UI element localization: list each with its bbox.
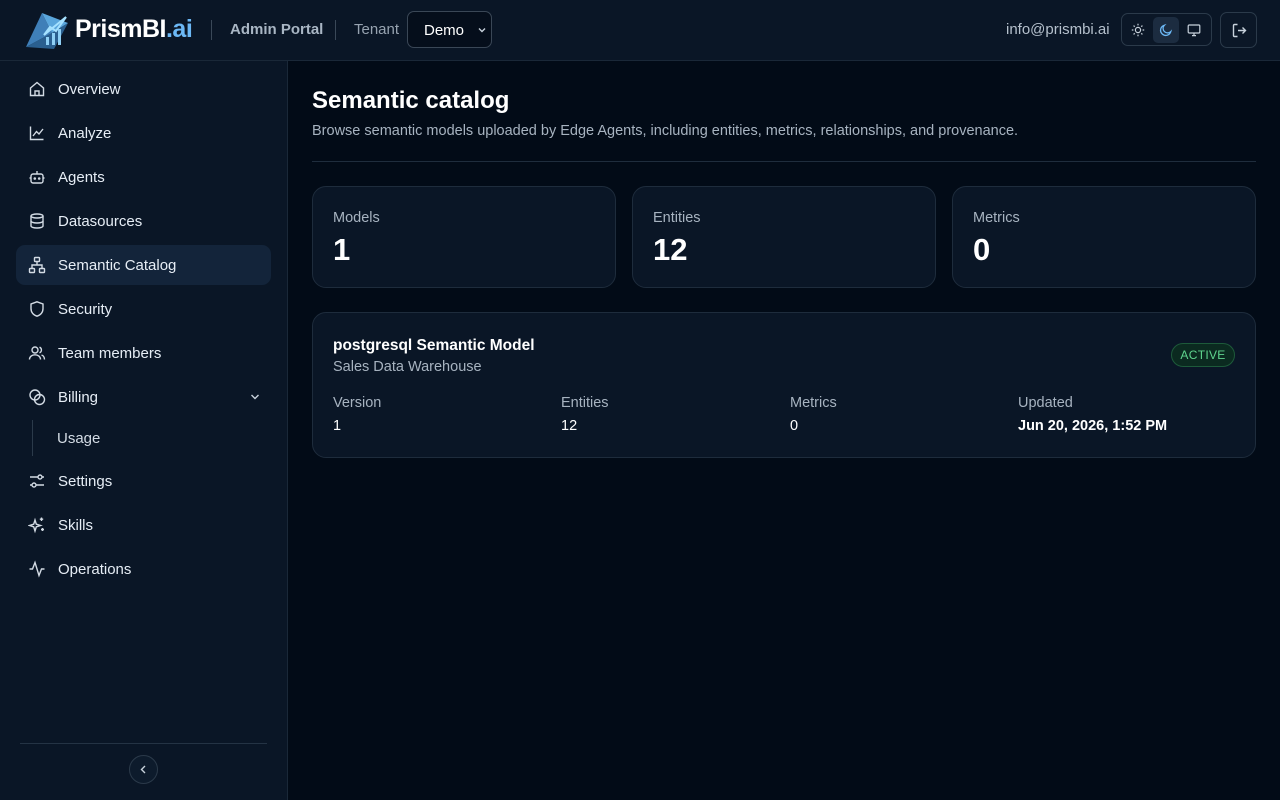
field-label: Updated [1018,395,1073,411]
brand-name[interactable]: PrismBI.ai [75,15,193,44]
sidebar-item-label: Overview [58,81,121,98]
stat-label: Models [333,210,380,226]
sidebar-item-label: Semantic Catalog [58,257,177,274]
logout-button[interactable] [1220,12,1257,48]
sidebar-item-datasources[interactable]: Datasources [16,201,271,241]
sidebar-item-security[interactable]: Security [16,289,271,329]
monitor-icon [1187,24,1201,37]
sparkles-icon [28,517,44,534]
sidebar-item-analyze[interactable]: Analyze [16,113,271,153]
sidebar-item-label: Settings [58,473,113,490]
sidebar-item-label: Team members [58,345,162,362]
sidebar-item-label: Operations [58,561,132,578]
sidebar-item-label: Skills [58,517,94,534]
field-value: 12 [561,418,578,434]
shield-icon [30,301,44,317]
stat-value: 0 [973,232,991,267]
sidebar-divider [20,743,267,744]
home-icon [29,81,45,97]
system-theme-button[interactable] [1181,17,1207,43]
stat-card-models: Models 1 [312,186,616,288]
page-title: Semantic catalog [312,87,510,114]
header-divider [211,20,212,40]
tenant-select[interactable]: Demo [407,11,492,48]
sidebar-item-label: Agents [58,169,105,186]
field-value: Jun 20, 2026, 1:52 PM [1018,418,1168,434]
network-icon [28,256,46,274]
stat-card-metrics: Metrics 0 [952,186,1256,288]
stat-value: 1 [333,232,351,267]
model-title: postgresql Semantic Model [333,337,535,354]
log-out-icon [1232,23,1247,38]
sidebar-item-billing[interactable]: Billing [16,377,271,417]
sidebar-item-settings[interactable]: Settings [16,461,271,501]
top-header: PrismBI.ai Admin Portal Tenant Demo info… [0,0,1280,61]
semantic-model-card[interactable]: postgresql Semantic Model Sales Data War… [312,312,1256,458]
database-icon [30,213,44,229]
activity-icon [29,560,45,578]
sidebar-item-label: Billing [58,389,99,406]
users-icon [28,346,46,360]
field-label: Entities [561,395,609,411]
sidebar-item-semantic-catalog[interactable]: Semantic Catalog [16,245,271,285]
main-divider [312,161,1256,162]
model-field-metrics: Metrics 0 [790,395,837,434]
sidebar-item-operations[interactable]: Operations [16,549,271,589]
sidebar-item-agents[interactable]: Agents [16,157,271,197]
model-subtitle: Sales Data Warehouse [333,359,482,375]
portal-label: Admin Portal [230,21,324,38]
chevron-left-icon [140,765,146,774]
tenant-label: Tenant [354,21,400,38]
stat-card-entities: Entities 12 [632,186,936,288]
status-badge: ACTIVE [1171,343,1235,367]
field-value: 1 [333,418,342,434]
sidebar-item-label: Datasources [58,213,143,230]
stat-label: Entities [653,210,701,226]
sliders-icon [30,474,44,488]
model-field-entities: Entities 12 [561,395,609,434]
sidebar-item-skills[interactable]: Skills [16,505,271,545]
sun-icon [1131,23,1145,37]
field-value: 0 [790,418,799,434]
collapse-sidebar-button[interactable] [129,755,158,784]
bot-icon [29,171,45,184]
theme-switcher [1121,13,1212,46]
sidebar-item-label: Security [58,301,113,318]
sidebar-item-team-members[interactable]: Team members [16,333,271,373]
sidebar-item-label: Analyze [58,125,112,142]
moon-icon [1159,23,1173,37]
sidebar-item-overview[interactable]: Overview [16,69,271,109]
chevron-down-icon [478,28,486,33]
stat-value: 12 [653,232,688,267]
light-theme-button[interactable] [1125,17,1151,43]
coins-icon [29,389,46,406]
line-chart-icon [29,126,44,141]
submenu-line [32,420,33,456]
field-label: Metrics [790,395,837,411]
page-subtitle: Browse semantic models uploaded by Edge … [312,123,1019,139]
chevron-down-icon[interactable] [249,391,261,403]
tenant-select-value: Demo [424,22,465,39]
user-email: info@prismbi.ai [1006,21,1110,38]
field-label: Version [333,395,382,411]
sidebar-subitem-label: Usage [57,430,101,447]
sidebar: Overview Analyze Agents Datasources Sema… [0,61,288,800]
sidebar-subitem-usage[interactable]: Usage [41,419,271,455]
model-field-version: Version 1 [333,395,381,434]
prismbi-logo-icon[interactable] [24,9,70,51]
model-field-updated: Updated Jun 20, 2026, 1:52 PM [1018,395,1167,434]
dark-theme-button[interactable] [1153,17,1179,43]
stat-label: Metrics [973,210,1020,226]
header-divider [335,20,336,40]
